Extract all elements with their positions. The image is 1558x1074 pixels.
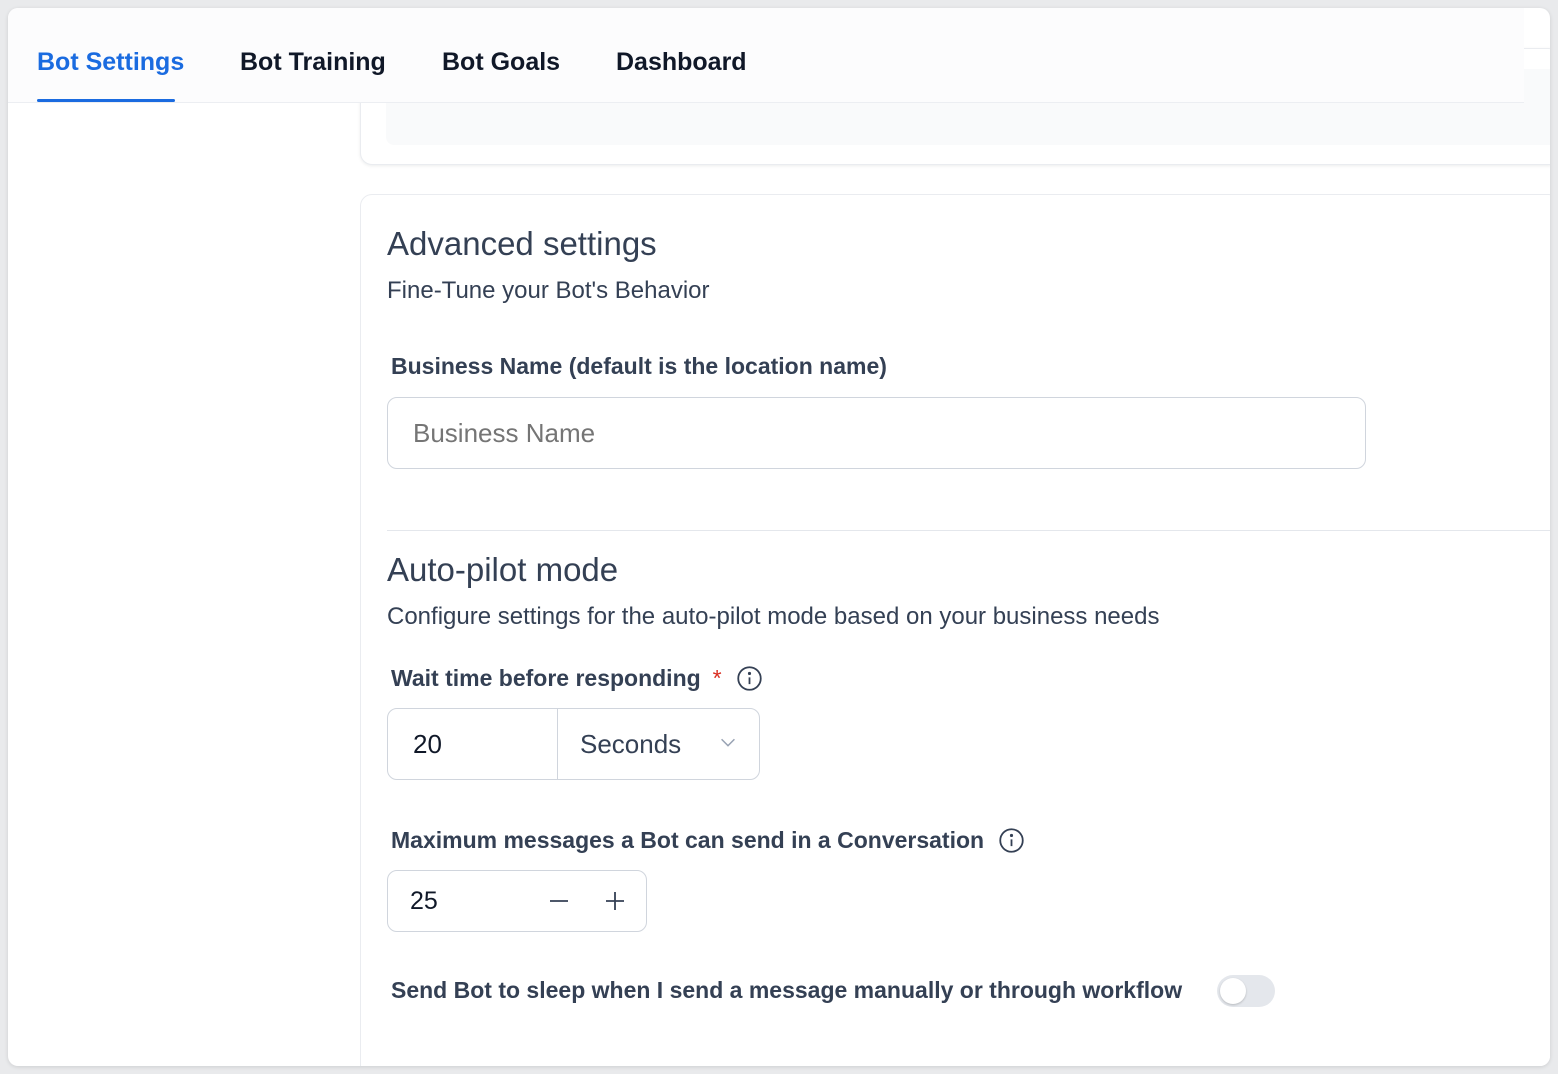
max-messages-label: Maximum messages a Bot can send in a Con… (391, 827, 1025, 854)
sleep-label-text: Send Bot to sleep when I send a message … (391, 977, 1183, 1003)
wait-time-label-text: Wait time before responding (391, 665, 701, 691)
advanced-settings-card: Advanced settings Fine-Tune your Bot's B… (360, 194, 1550, 1066)
plus-icon (606, 892, 624, 910)
required-asterisk: * (712, 665, 722, 691)
wait-time-label: Wait time before responding * (391, 665, 763, 692)
autopilot-title: Auto-pilot mode (387, 551, 619, 588)
advanced-settings-title: Advanced settings (387, 225, 657, 262)
tab-bar: Bot Settings Bot Training Bot Goals Dash… (8, 8, 1524, 103)
max-messages-input[interactable]: 25 (388, 887, 534, 916)
advanced-settings-subtitle: Fine-Tune your Bot's Behavior (387, 277, 710, 304)
business-name-label: Business Name (default is the location n… (391, 353, 887, 380)
increment-button[interactable] (590, 881, 640, 921)
wait-time-control: 20 Seconds (387, 708, 760, 780)
info-icon[interactable] (736, 665, 763, 692)
app-window: Bot Settings Bot Training Bot Goals Dash… (8, 8, 1550, 1066)
max-messages-stepper: 25 (387, 870, 647, 932)
max-messages-label-text: Maximum messages a Bot can send in a Con… (391, 827, 985, 853)
info-icon[interactable] (998, 827, 1025, 854)
wait-unit-select[interactable]: Seconds (558, 709, 759, 779)
tab-bot-training[interactable]: Bot Training (240, 48, 386, 77)
sleep-label: Send Bot to sleep when I send a message … (391, 977, 1182, 1004)
minus-icon (550, 900, 568, 902)
tab-bot-goals[interactable]: Bot Goals (442, 48, 560, 77)
tab-dashboard[interactable]: Dashboard (616, 48, 747, 77)
active-tab-indicator (37, 99, 175, 102)
toggle-knob (1220, 978, 1246, 1004)
wait-unit-value: Seconds (580, 728, 682, 759)
business-name-label-text: Business Name (default is the location n… (391, 353, 887, 379)
autopilot-subtitle: Configure settings for the auto-pilot mo… (387, 603, 1160, 630)
chevron-down-icon (717, 729, 739, 760)
sleep-toggle[interactable] (1217, 975, 1275, 1007)
decrement-button[interactable] (534, 881, 584, 921)
tab-bot-settings[interactable]: Bot Settings (37, 48, 184, 77)
business-name-input[interactable] (387, 397, 1366, 469)
wait-time-input[interactable]: 20 (388, 709, 558, 779)
section-divider (387, 530, 1550, 531)
